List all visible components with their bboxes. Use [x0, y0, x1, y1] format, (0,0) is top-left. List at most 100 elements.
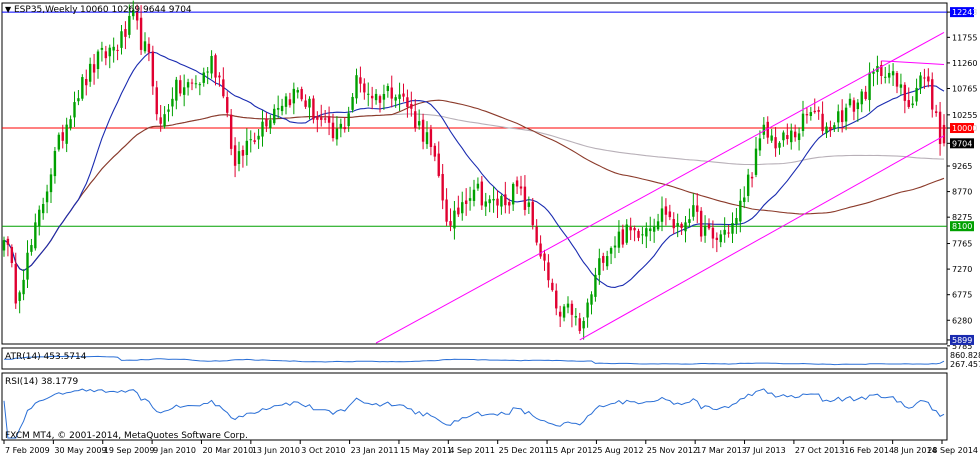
candle-body — [645, 228, 648, 237]
candle-body — [692, 205, 695, 217]
collapse-triangle-icon[interactable]: ▼ — [5, 5, 12, 14]
candle-body — [891, 71, 895, 76]
candle-body — [464, 200, 468, 205]
candle-body — [884, 76, 887, 78]
candle-body — [292, 88, 296, 104]
candle-body — [433, 145, 437, 157]
candle-body — [38, 209, 41, 226]
candle-body — [535, 226, 538, 243]
candle-body — [296, 90, 299, 93]
candle-body — [437, 153, 440, 176]
candle-body — [746, 174, 750, 196]
candle-body — [762, 124, 766, 135]
candle-body — [899, 84, 903, 88]
candle-body — [511, 183, 515, 205]
candle-body — [598, 258, 601, 276]
candle-body — [347, 113, 350, 127]
candle-body — [484, 201, 487, 207]
candle-body — [570, 303, 574, 315]
atr-tick-label: 860.8286 — [950, 351, 980, 360]
candle-body — [26, 252, 29, 280]
price-flag-label: 5899 — [952, 336, 972, 345]
candle-body — [406, 97, 409, 108]
candle-body — [116, 49, 119, 51]
copyright-label: FXCM MT4, © 2001-2014, MetaQuotes Softwa… — [5, 431, 248, 441]
candle-body — [61, 132, 64, 141]
candle-body — [625, 224, 628, 243]
candle-body — [363, 83, 366, 93]
candle-body — [273, 108, 276, 124]
candle-body — [492, 198, 495, 201]
x-tick-label: 13 Jun 2010 — [252, 446, 300, 455]
candle-body — [288, 99, 292, 106]
candle-body — [41, 203, 45, 214]
x-tick-label: 28 Sep 2014 — [927, 446, 978, 455]
candle-body — [684, 222, 687, 232]
candle-body — [304, 100, 307, 107]
candle-body — [323, 118, 327, 120]
candle-body — [410, 103, 413, 109]
candle-body — [602, 256, 605, 263]
candle-body — [864, 91, 867, 99]
candle-body — [265, 119, 268, 127]
candle-body — [852, 100, 856, 112]
candle-body — [10, 246, 14, 264]
candle-body — [574, 316, 578, 318]
candle-body — [186, 82, 190, 88]
candle-body — [868, 72, 871, 101]
candle-body — [515, 180, 519, 187]
candle-body — [269, 120, 272, 129]
candle-body — [210, 55, 213, 74]
candle-body — [374, 93, 378, 101]
candle-body — [696, 205, 699, 212]
candle-body — [664, 206, 668, 215]
price-chart[interactable]: 860.8286267.4571 ▼ ESP35,Weekly 10060 10… — [0, 0, 980, 455]
candle-body — [496, 198, 499, 206]
candle-body — [382, 93, 386, 100]
candle-body — [398, 94, 401, 99]
y-tick-label: 11755 — [952, 33, 977, 42]
candle-body — [656, 221, 660, 230]
candle-body — [226, 97, 229, 113]
symbol-label: ESP35,Weekly — [14, 5, 78, 15]
candle-body — [81, 77, 84, 99]
candle-body — [895, 72, 899, 87]
candle-body — [104, 51, 108, 59]
y-tick-label: 7270 — [952, 265, 972, 274]
candle-body — [754, 148, 758, 175]
candle-body — [887, 72, 891, 78]
candle-body — [719, 234, 722, 243]
y-tick-label: 6775 — [952, 291, 972, 300]
candle-body — [22, 279, 25, 295]
candle-body — [641, 234, 644, 236]
candle-body — [124, 29, 127, 37]
candle-body — [504, 194, 507, 206]
candle-body — [547, 262, 550, 281]
candle-body — [457, 207, 460, 215]
candle-body — [320, 117, 323, 120]
candle-body — [844, 107, 848, 122]
price-flag-label: 8100 — [952, 222, 972, 231]
x-tick-label: 20 Mar 2010 — [202, 446, 253, 455]
candle-body — [316, 116, 319, 120]
candle-body — [931, 79, 934, 110]
candle-body — [151, 51, 155, 87]
candle-body — [856, 102, 860, 110]
candle-body — [45, 191, 49, 203]
y-tick-label: 10765 — [952, 84, 977, 93]
candle-body — [621, 229, 625, 245]
price-flag: 12243 — [950, 7, 977, 18]
x-tick-label: 17 Mar 2013 — [696, 446, 747, 455]
candle-body — [355, 75, 358, 99]
candle-body — [840, 110, 844, 123]
candle-body — [711, 227, 715, 239]
candle-body — [649, 228, 652, 232]
candle-body — [96, 51, 100, 69]
candle-body — [167, 109, 170, 112]
y-tick-label: 8275 — [952, 213, 972, 222]
y-tick-label: 11260 — [952, 59, 977, 68]
candle-body — [206, 71, 209, 73]
candle-body — [660, 208, 664, 222]
candle-body — [417, 121, 421, 126]
x-tick-label: 15 May 2011 — [400, 446, 452, 455]
